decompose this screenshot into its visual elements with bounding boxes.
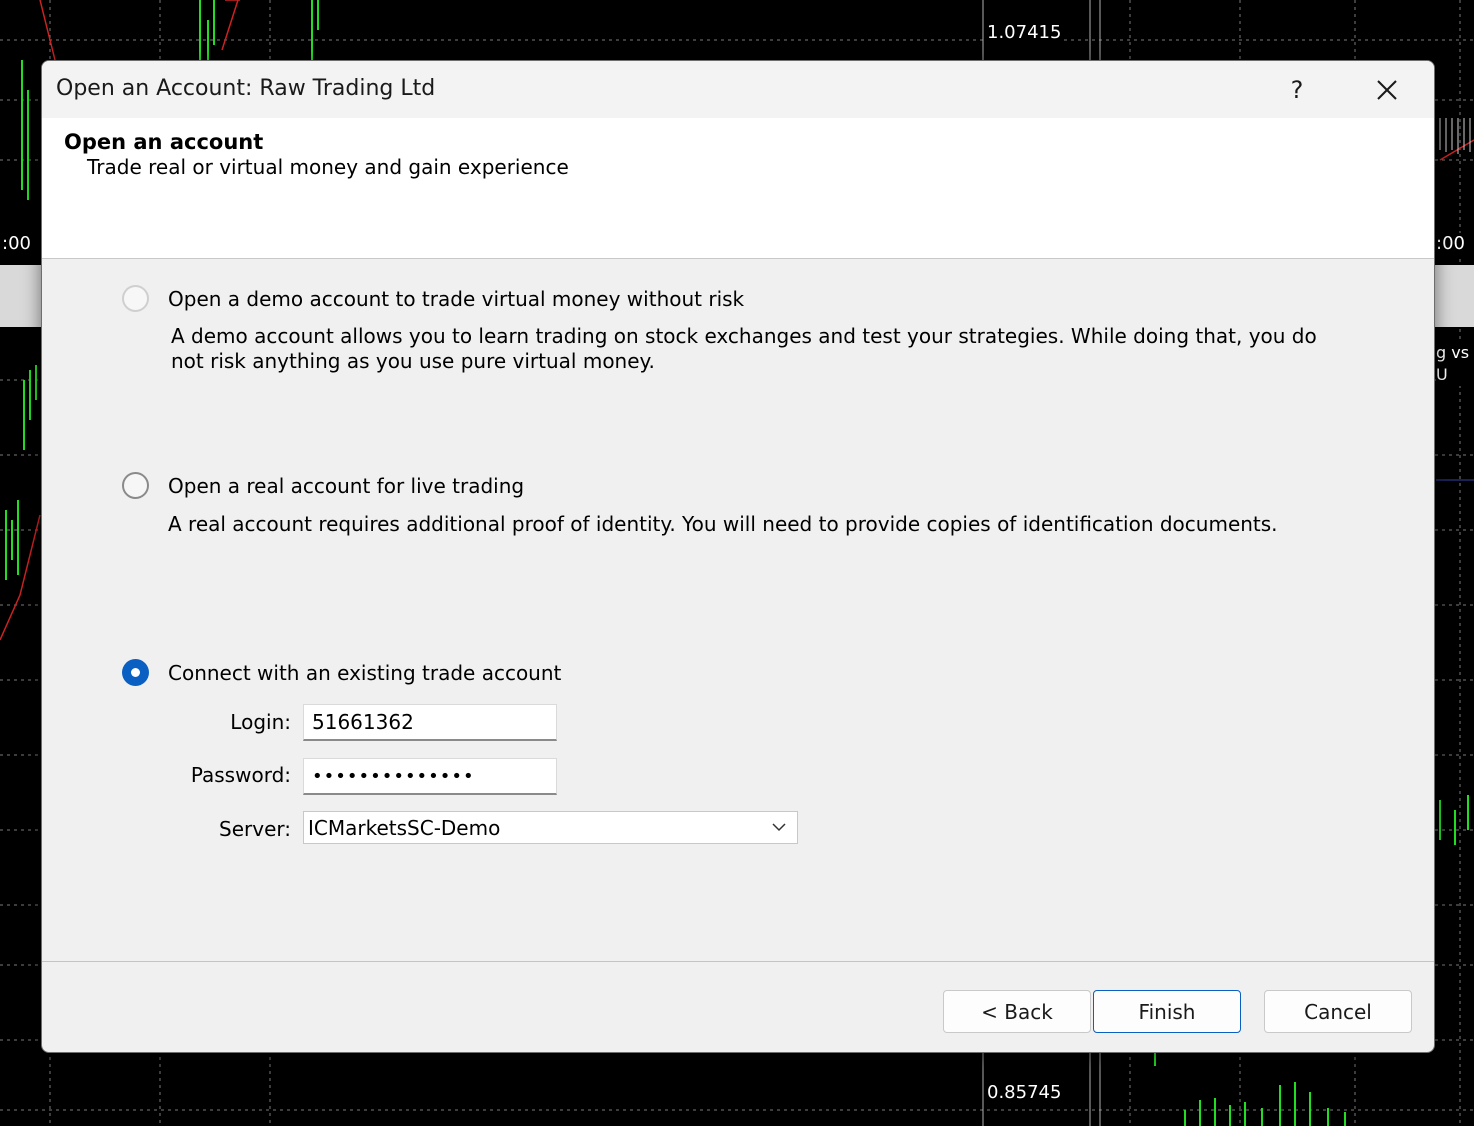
wizard-header: Open an account Trade real or virtual mo… [42,118,1434,259]
chevron-down-icon [772,823,786,832]
radio-demo[interactable] [122,285,149,312]
close-button[interactable] [1357,61,1417,118]
chart-title-fragment: g vs U [1436,342,1474,386]
option-existing-label: Connect with an existing trade account [168,660,562,685]
back-button[interactable]: < Back [943,990,1091,1033]
server-label: Server: [219,817,291,841]
wizard-header-subtitle: Trade real or virtual money and gain exp… [87,155,569,179]
server-select[interactable]: ICMarketsSC-Demo [303,811,798,844]
password-input[interactable]: •••••••••••••• [303,758,557,795]
login-label: Login: [230,710,291,734]
chart-separator-band-left [0,265,41,327]
radio-existing[interactable] [122,659,149,686]
time-label-left: :00 [2,233,31,255]
option-demo: Open a demo account to trade virtual mon… [122,285,744,312]
option-real-description: A real account requires additional proof… [168,512,1278,536]
option-real: Open a real account for live trading [122,472,524,499]
password-label: Password: [190,763,291,787]
chart-separator-band-right [1435,265,1474,327]
option-demo-label: Open a demo account to trade virtual mon… [168,286,745,311]
time-label-right: :00 [1436,233,1465,255]
close-icon [1377,79,1397,100]
option-real-label: Open a real account for live trading [168,473,525,498]
login-input[interactable]: 51661362 [303,704,557,741]
price-label-bottom: 0.85745 [987,1082,1062,1104]
option-demo-description: A demo account allows you to learn tradi… [171,324,1317,373]
finish-button[interactable]: Finish [1093,990,1241,1033]
footer-separator [42,961,1434,962]
dialog-title: Open an Account: Raw Trading Ltd [56,76,436,101]
option-existing: Connect with an existing trade account [122,659,561,686]
help-button[interactable]: ? [1267,61,1327,118]
volume-ticks [1439,118,1471,154]
dialog-titlebar[interactable]: Open an Account: Raw Trading Ltd ? [42,61,1434,118]
wizard-header-title: Open an account [64,130,264,154]
server-select-value: ICMarketsSC-Demo [308,816,501,840]
help-icon: ? [1290,75,1304,104]
price-label-top: 1.07415 [987,22,1062,44]
open-account-dialog: Open an Account: Raw Trading Ltd ? Open … [41,60,1435,1053]
radio-real[interactable] [122,472,149,499]
cancel-button[interactable]: Cancel [1264,990,1412,1033]
